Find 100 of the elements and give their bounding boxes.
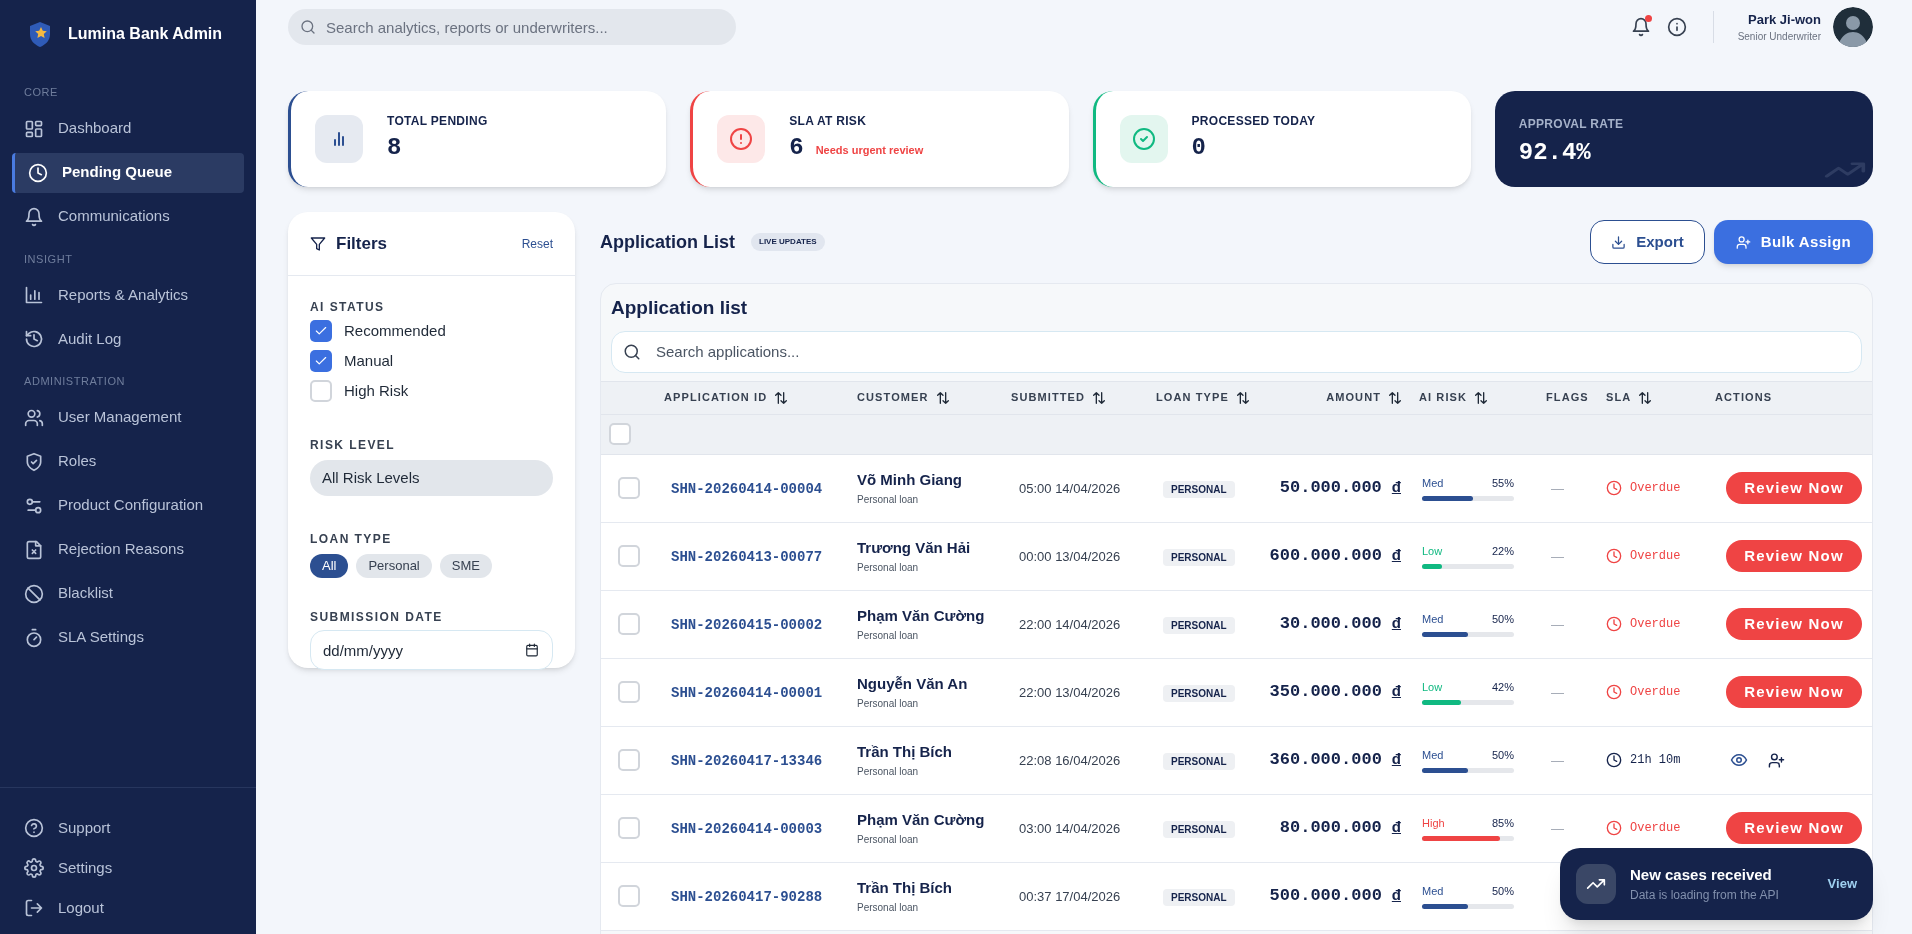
currency-symbol: đ [1391, 749, 1401, 770]
column-header[interactable]: SUBMITTED [1011, 389, 1108, 406]
loan-product: Personal loan [857, 560, 920, 575]
checkbox[interactable] [618, 613, 640, 635]
risk-percent: 50% [1491, 748, 1514, 764]
submitted-time: 03:00 14/04/2026 [1019, 821, 1121, 836]
loan-type-tag: PERSONAL [1163, 549, 1235, 566]
application-id-link[interactable]: SHN-20260414-00004 [671, 481, 823, 497]
application-id-link[interactable]: SHN-20260413-00077 [671, 549, 823, 565]
column-header[interactable]: SLA [1606, 389, 1654, 406]
nav-item[interactable]: Dashboard [12, 108, 244, 149]
checkbox[interactable] [618, 545, 640, 567]
loan-product: Personal loan [857, 832, 920, 847]
nav-item[interactable]: Reports & Analytics [12, 275, 244, 315]
loan-type-chip[interactable]: SME [439, 554, 492, 578]
stat-value: 8 [387, 133, 402, 163]
export-button[interactable]: Export [1590, 220, 1705, 264]
column-header: FLAGS [1546, 390, 1589, 406]
submitted-time: 22:00 13/04/2026 [1019, 685, 1121, 700]
checkbox[interactable] [618, 817, 640, 839]
bell-icon [1630, 17, 1651, 37]
stat-value: 6 [789, 133, 804, 163]
loan-type-tag: PERSONAL [1163, 889, 1235, 906]
nav-item[interactable]: Product Configuration [12, 485, 244, 526]
nav-item[interactable]: Roles [12, 441, 244, 482]
risk-percent: 85% [1491, 816, 1514, 832]
reset-button[interactable]: Reset [521, 234, 553, 253]
nav-item[interactable]: Blacklist [12, 573, 244, 614]
nav-item[interactable]: Support [12, 808, 244, 848]
checkbox[interactable] [618, 749, 640, 771]
column-header[interactable]: LOAN TYPE [1156, 389, 1251, 406]
search-field[interactable]: Search applications... [611, 330, 1862, 373]
risk-label: Low [1422, 680, 1443, 696]
file-x-icon [24, 539, 44, 560]
application-id-link[interactable]: SHN-20260415-00002 [671, 617, 823, 633]
loan-type-tag: PERSONAL [1163, 685, 1235, 702]
review-now-button[interactable]: Review Now [1726, 676, 1862, 708]
sort-icon [1637, 389, 1654, 406]
nav-item[interactable]: Communications [12, 196, 244, 237]
toast-view-link[interactable]: View [1827, 874, 1857, 894]
column-header[interactable]: AI RISK [1419, 389, 1490, 406]
date-field[interactable]: dd/mm/yyyy [310, 630, 553, 670]
logout-icon [24, 898, 44, 918]
flags-value: — [1551, 753, 1564, 768]
loan-type-chip[interactable]: Personal [356, 554, 432, 578]
checkbox[interactable] [618, 681, 640, 703]
currency-symbol: đ [1391, 613, 1401, 634]
section-label: CORE [23, 85, 59, 100]
application-id-link[interactable]: SHN-20260417-13346 [671, 753, 823, 769]
column-header[interactable]: APPLICATION ID [664, 389, 790, 406]
nav-item[interactable]: Logout [12, 888, 244, 928]
loan-type-tag: PERSONAL [1163, 821, 1235, 838]
amount: 80.000.000 [1279, 817, 1382, 840]
card-title: Application list [610, 296, 749, 320]
checkbox[interactable] [310, 320, 332, 342]
bulk-assign-button[interactable]: Bulk Assign [1713, 220, 1873, 264]
currency-symbol: đ [1391, 885, 1401, 906]
checkbox[interactable] [618, 477, 640, 499]
eye-icon [1730, 751, 1748, 769]
check-icon [314, 324, 328, 338]
column-header[interactable]: CUSTOMER [857, 389, 951, 406]
application-id-link[interactable]: SHN-20260417-90288 [671, 889, 823, 905]
checkbox[interactable] [609, 423, 631, 445]
application-id-link[interactable]: SHN-20260414-00003 [671, 821, 823, 837]
sla-status: Overdue [1630, 616, 1681, 633]
loan-type-chip[interactable]: All [310, 554, 349, 578]
nav-item[interactable]: SLA Settings [12, 617, 244, 658]
checkbox[interactable] [310, 380, 332, 402]
bar-chart-icon [24, 285, 44, 305]
nav-item[interactable]: Settings [12, 848, 244, 888]
sort-icon [1234, 389, 1251, 406]
flags-value: — [1551, 481, 1564, 496]
amount: 350.000.000 [1269, 681, 1382, 704]
risk-level-select[interactable]: All Risk Levels [310, 460, 553, 496]
review-now-button[interactable]: Review Now [1726, 608, 1862, 640]
sort-icon [1473, 389, 1490, 406]
search-icon [300, 19, 316, 35]
nav-item[interactable]: Audit Log [12, 319, 244, 359]
nav-item[interactable]: Rejection Reasons [12, 529, 244, 570]
sla-status: Overdue [1630, 820, 1681, 837]
assign-button[interactable] [1768, 751, 1785, 769]
review-now-button[interactable]: Review Now [1726, 472, 1862, 504]
checkbox[interactable] [618, 885, 640, 907]
clock-icon [1606, 684, 1622, 700]
review-now-button[interactable]: Review Now [1726, 812, 1862, 844]
risk-percent: 55% [1491, 476, 1514, 492]
nav-item[interactable]: User Management [12, 397, 244, 438]
checkbox[interactable] [310, 350, 332, 372]
nav-item[interactable]: Pending Queue [12, 152, 244, 193]
loan-product: Personal loan [857, 696, 920, 711]
sla-status: Overdue [1630, 684, 1681, 701]
avatar[interactable] [1833, 7, 1873, 47]
filter-label: RISK LEVEL [310, 437, 397, 454]
amount: 360.000.000 [1269, 749, 1382, 772]
search-field[interactable]: Search analytics, reports or underwriters... [288, 9, 736, 45]
clock-icon [1606, 480, 1622, 496]
column-header[interactable]: AMOUNT [1326, 389, 1403, 406]
application-id-link[interactable]: SHN-20260414-00001 [671, 685, 823, 701]
loan-product: Personal loan [857, 628, 920, 643]
review-now-button[interactable]: Review Now [1726, 540, 1862, 572]
